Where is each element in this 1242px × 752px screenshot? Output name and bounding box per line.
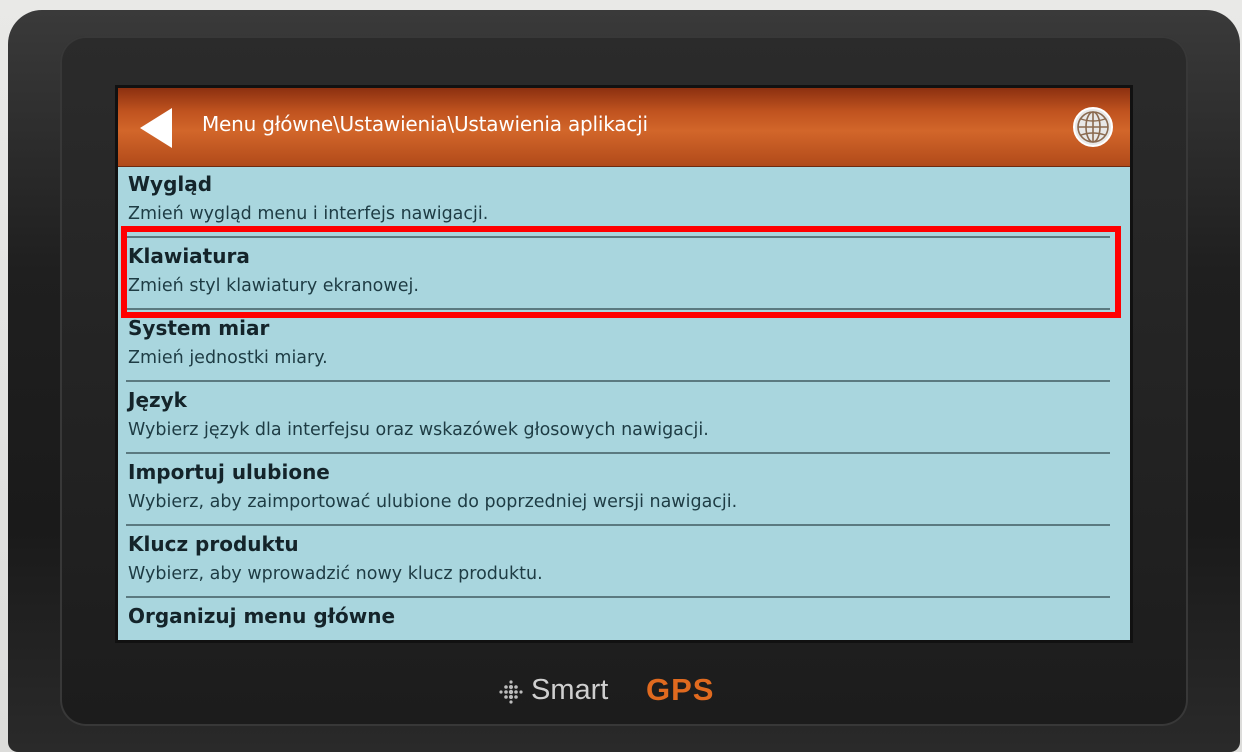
menu-item-title: Wygląd — [128, 172, 213, 196]
menu-item-importuj-ulubione[interactable]: Importuj ulubione Wybierz, aby zaimporto… — [126, 454, 1110, 526]
menu-item-title: Klawiatura — [128, 244, 250, 268]
brand-logo: Smart GPS — [497, 670, 757, 712]
title-bar: Menu główne\Ustawienia\Ustawienia aplika… — [118, 88, 1130, 167]
menu-item-title: Organizuj menu główne — [128, 604, 396, 628]
menu-item-klucz-produktu[interactable]: Klucz produktu Wybierz, aby wprowadzić n… — [126, 526, 1110, 598]
menu-item-title: Importuj ulubione — [128, 460, 330, 484]
menu-item-title: Język — [128, 388, 187, 412]
device-screen: Menu główne\Ustawienia\Ustawienia aplika… — [118, 88, 1130, 640]
brand-smart-text: Smart — [531, 674, 609, 706]
menu-item-klawiatura[interactable]: Klawiatura Zmień styl klawiatury ekranow… — [126, 238, 1110, 310]
menu-item-description: Zmień wygląd menu i interfejs nawigacji. — [128, 204, 489, 224]
breadcrumb: Menu główne\Ustawienia\Ustawienia aplika… — [202, 112, 648, 136]
menu-item-system-miar[interactable]: System miar Zmień jednostki miary. — [126, 310, 1110, 382]
menu-item-organizuj-menu[interactable]: Organizuj menu główne — [126, 598, 1110, 640]
menu-item-description: Wybierz, aby zaimportować ulubione do po… — [128, 492, 738, 512]
menu-item-wyglad[interactable]: Wygląd Zmień wygląd menu i interfejs naw… — [126, 166, 1110, 238]
globe-icon — [1073, 107, 1113, 147]
globe-button[interactable] — [1072, 106, 1114, 148]
menu-item-jezyk[interactable]: Język Wybierz język dla interfejsu oraz … — [126, 382, 1110, 454]
menu-item-title: Klucz produktu — [128, 532, 299, 556]
settings-list: Wygląd Zmień wygląd menu i interfejs naw… — [126, 166, 1110, 640]
brand-gps-text: GPS — [646, 672, 715, 707]
menu-item-description: Zmień styl klawiatury ekranowej. — [128, 276, 419, 296]
back-arrow-icon — [140, 108, 172, 148]
back-button[interactable] — [136, 108, 176, 148]
brand-dots-icon — [499, 680, 523, 704]
menu-item-description: Wybierz język dla interfejsu oraz wskazó… — [128, 420, 709, 440]
menu-item-description: Zmień jednostki miary. — [128, 348, 328, 368]
menu-item-description: Wybierz, aby wprowadzić nowy klucz produ… — [128, 564, 543, 584]
menu-item-title: System miar — [128, 316, 270, 340]
